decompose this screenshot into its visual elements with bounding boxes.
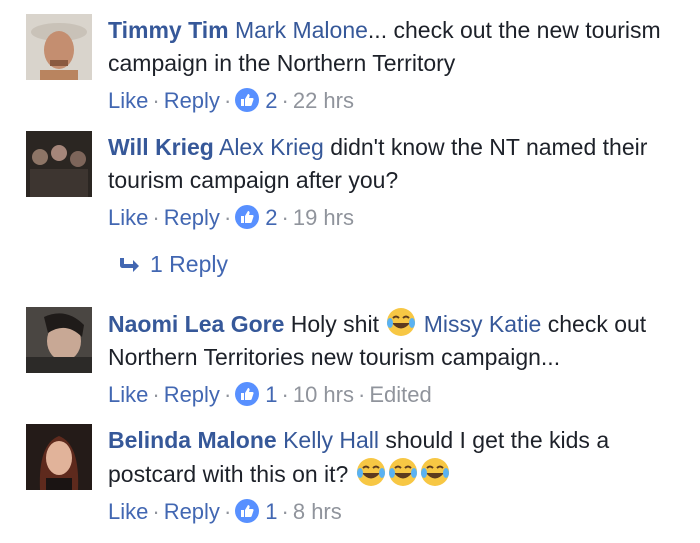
separator-dot: · xyxy=(152,499,160,524)
comment-author[interactable]: Belinda Malone xyxy=(108,427,277,453)
like-button[interactable]: Like xyxy=(108,499,148,524)
avatar[interactable] xyxy=(26,14,92,80)
comment-actions: Like · Reply · 1 · 8 hrs xyxy=(108,497,688,527)
edited-label[interactable]: Edited xyxy=(369,382,431,407)
comment-body: Belinda Malone Kelly Hall should I get t… xyxy=(108,424,688,491)
tagged-user[interactable]: Missy Katie xyxy=(424,311,542,337)
avatar-image xyxy=(26,14,92,80)
like-count[interactable]: 2 xyxy=(265,88,277,113)
reply-arrow-icon xyxy=(118,253,140,280)
tagged-user[interactable]: Alex Krieg xyxy=(219,134,324,160)
like-count[interactable]: 1 xyxy=(265,382,277,407)
comment-author[interactable]: Will Krieg xyxy=(108,134,214,160)
avatar[interactable] xyxy=(26,307,92,373)
comment-body: Naomi Lea Gore Holy shit Missy Katie che… xyxy=(108,307,688,374)
comment-text-before-tag: Holy shit xyxy=(284,311,386,337)
separator-dot: · xyxy=(358,382,366,407)
like-button[interactable]: Like xyxy=(108,88,148,113)
reply-button[interactable]: Reply xyxy=(164,499,220,524)
thumbs-up-icon[interactable] xyxy=(235,205,260,229)
view-replies-link[interactable]: 1 Reply xyxy=(118,251,228,280)
separator-dot: · xyxy=(281,499,289,524)
separator-dot: · xyxy=(152,205,160,230)
avatar[interactable] xyxy=(26,424,92,490)
comment-actions: Like · Reply · 2 · 19 hrs xyxy=(108,203,688,233)
comment-actions: Like · Reply · 2 · 22 hrs xyxy=(108,86,688,116)
comment-timestamp[interactable]: 19 hrs xyxy=(293,205,354,230)
replies-count-label[interactable]: 1 Reply xyxy=(150,251,228,277)
avatar-image xyxy=(26,307,92,373)
separator-dot: · xyxy=(281,382,289,407)
separator-dot: · xyxy=(223,382,232,407)
comment-timestamp[interactable]: 10 hrs xyxy=(293,382,354,407)
comment-timestamp[interactable]: 8 hrs xyxy=(293,499,342,524)
tears-of-joy-emoji-icon xyxy=(356,457,386,487)
like-count[interactable]: 2 xyxy=(265,205,277,230)
separator-dot: · xyxy=(152,88,160,113)
separator-dot: · xyxy=(223,499,232,524)
tears-of-joy-emoji-icon xyxy=(388,457,418,487)
separator-dot: · xyxy=(281,205,289,230)
tagged-user[interactable]: Mark Malone xyxy=(235,17,368,43)
separator-dot: · xyxy=(281,88,289,113)
thumbs-up-icon[interactable] xyxy=(235,499,260,523)
avatar[interactable] xyxy=(26,131,92,197)
thumbs-up-icon[interactable] xyxy=(235,88,260,112)
comment-actions: Like · Reply · 1 · 10 hrs · Edited xyxy=(108,380,688,410)
separator-dot: · xyxy=(223,88,232,113)
separator-dot: · xyxy=(223,205,232,230)
like-button[interactable]: Like xyxy=(108,205,148,230)
tears-of-joy-emoji-icon xyxy=(420,457,450,487)
reply-button[interactable]: Reply xyxy=(164,205,220,230)
reply-button[interactable]: Reply xyxy=(164,88,220,113)
tears-of-joy-emoji-icon xyxy=(386,307,416,337)
avatar-image xyxy=(26,131,92,197)
tagged-user[interactable]: Kelly Hall xyxy=(283,427,379,453)
comment-author[interactable]: Timmy Tim xyxy=(108,17,229,43)
like-button[interactable]: Like xyxy=(108,382,148,407)
comment-author[interactable]: Naomi Lea Gore xyxy=(108,311,284,337)
thumbs-up-icon[interactable] xyxy=(235,382,260,406)
comment-body: Will Krieg Alex Krieg didn't know the NT… xyxy=(108,131,688,197)
reply-button[interactable]: Reply xyxy=(164,382,220,407)
comment-body: Timmy Tim Mark Malone... check out the n… xyxy=(108,14,688,80)
separator-dot: · xyxy=(152,382,160,407)
like-count[interactable]: 1 xyxy=(265,499,277,524)
comment-timestamp[interactable]: 22 hrs xyxy=(293,88,354,113)
avatar-image xyxy=(26,424,92,490)
